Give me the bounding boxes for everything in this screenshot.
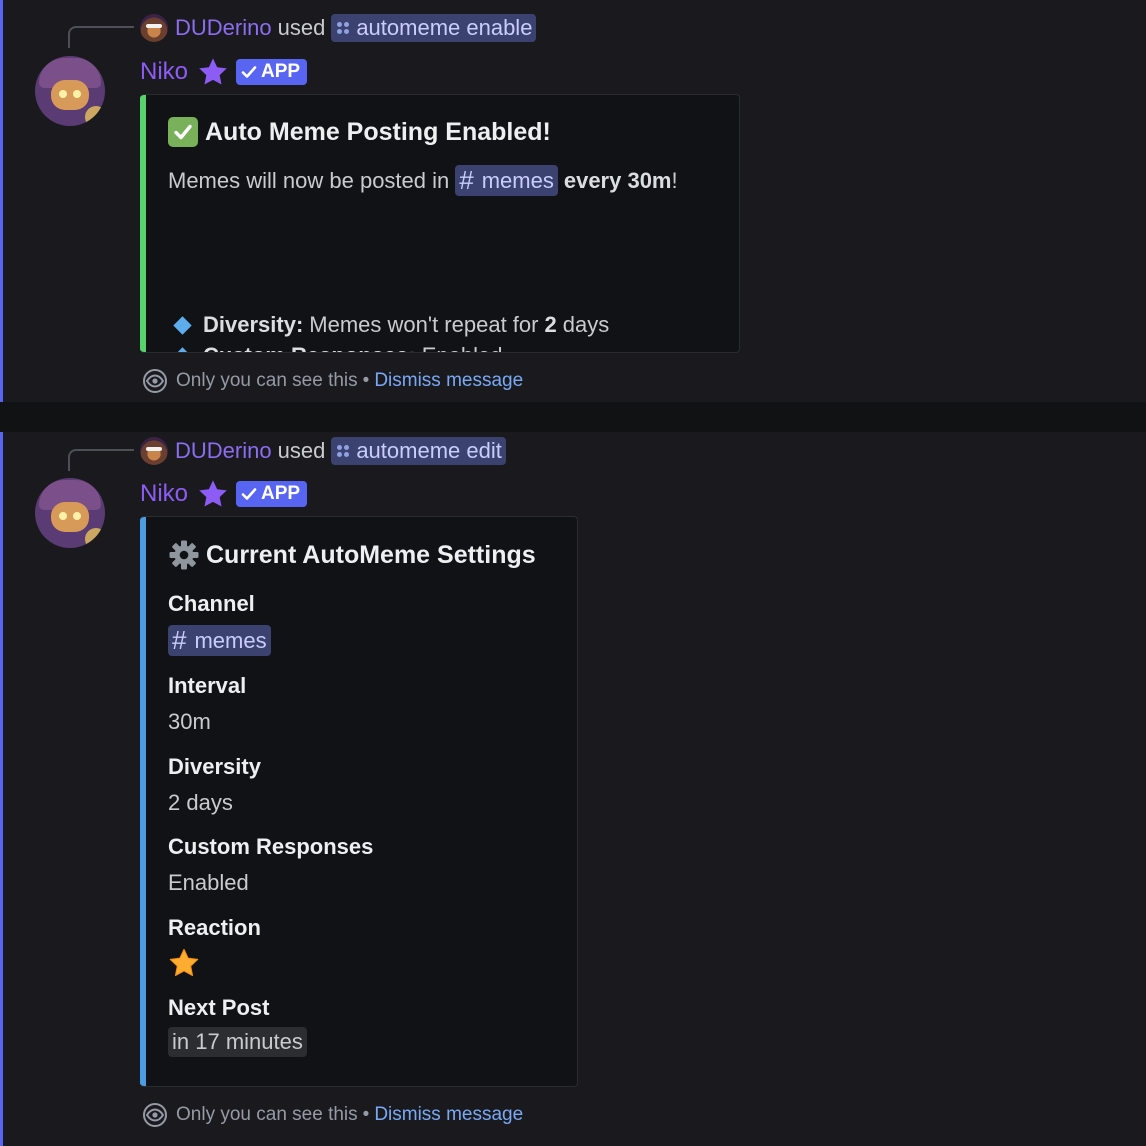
star-icon [169,948,199,977]
message-automeme-edit: DUDerino used automeme edit Niko APP Cur… [0,432,1146,1146]
slash-command-name: automeme enable [356,15,533,40]
channel-hash-icon: # [172,625,187,655]
field-channel: Channel # memes [168,591,271,656]
slash-command-mention[interactable]: automeme enable [331,14,537,42]
field-interval: Interval 30m [168,673,246,735]
blue-diamond-icon [173,346,192,352]
field-name: Channel [168,591,255,616]
author-name[interactable]: Niko [140,480,188,508]
bullet-label: Diversity: [203,312,304,337]
field-name: Reaction [168,915,261,940]
app-command-icon [337,445,350,457]
channel-name: memes [481,167,554,193]
slash-command-mention[interactable]: automeme edit [331,437,506,465]
replied-username[interactable]: DUDerino [175,15,272,41]
verified-check-icon [241,488,257,500]
separator-dot: • [362,1104,370,1125]
embed-accent-bar [140,95,146,352]
field-name: Custom Responses [168,834,374,859]
eye-icon [143,369,167,393]
field-reaction: Reaction [168,915,261,984]
message-highlight-bar [0,0,3,402]
check-mark-button-icon [168,117,198,147]
embed-settings: Current AutoMeme Settings Channel # meme… [140,516,578,1087]
ephemeral-notice: Only you can see this • Dismiss message [142,1102,523,1128]
author-line: Niko APP [140,56,308,88]
message-separator [0,402,1146,432]
field-value: 2 days [168,790,233,815]
separator-dot: • [362,370,370,391]
channel-mention[interactable]: # memes [455,165,558,196]
bullet-text: Enabled [422,343,503,352]
channel-hash-icon: # [459,165,474,195]
app-tag-label: APP [261,61,301,82]
bullet-custom-responses: Custom Responses: Enabled [168,340,503,352]
bullet-diversity: Diversity: Memes won't repeat for 2 days [168,309,609,341]
channel-mention[interactable]: # memes [168,625,271,656]
slash-command-name: automeme edit [356,438,502,463]
replied-username[interactable]: DUDerino [175,438,272,464]
ephemeral-text: Only you can see this [176,1104,358,1125]
embed-title-text: Current AutoMeme Settings [206,540,536,569]
field-name: Next Post [168,995,270,1020]
ephemeral-text: Only you can see this [176,370,358,391]
bullet-label: Custom Responses: [203,343,416,352]
app-tag-label: APP [261,483,301,504]
embed-title: Auto Meme Posting Enabled! [168,117,551,147]
app-command-icon [337,22,350,34]
author-name[interactable]: Niko [140,58,188,86]
replied-user-avatar[interactable] [140,437,168,465]
gear-icon [169,540,199,570]
timestamp-chip[interactable]: in 17 minutes [168,1027,307,1057]
reply-used-text: used [277,15,326,40]
desc-prefix: Memes will now be posted in [168,167,450,193]
bullet-text: Memes won't repeat for [309,312,539,337]
field-diversity: Diversity 2 days [168,754,261,816]
embed-title-text: Auto Meme Posting Enabled! [205,117,551,146]
embed-title: Current AutoMeme Settings [168,539,536,571]
field-name: Diversity [168,754,261,779]
eye-icon [143,1103,167,1127]
bullet-value: 2 [544,312,557,337]
star-icon [199,480,227,507]
blue-diamond-icon [173,315,192,335]
app-tag: APP [236,481,308,507]
embed-enabled: Auto Meme Posting Enabled! Memes will no… [140,94,740,353]
bot-avatar[interactable] [35,56,105,126]
reply-used-text: used [277,438,326,463]
embed-accent-bar [140,517,146,1086]
star-icon [199,58,227,85]
bullet-text-after: days [562,312,610,337]
author-line: Niko APP [140,478,308,510]
desc-suffix: ! [671,167,678,193]
bot-avatar[interactable] [35,478,105,548]
message-automeme-enable: DUDerino used automeme enable Niko APP A… [0,0,1146,402]
dismiss-message-link[interactable]: Dismiss message [374,1104,523,1126]
message-highlight-bar [0,432,3,1146]
dismiss-message-link[interactable]: Dismiss message [374,370,523,392]
field-custom-responses: Custom Responses Enabled [168,834,373,896]
embed-description: Memes will now be posted in # memes ever… [168,165,678,196]
field-value: 30m [168,709,211,734]
field-next-post: Next Post in 17 minutes [168,995,307,1057]
ephemeral-notice: Only you can see this • Dismiss message [142,368,523,394]
replied-user-avatar[interactable] [140,14,168,42]
channel-name: memes [194,627,267,653]
reply-spine [68,26,134,48]
reply-spine [68,449,134,471]
verified-check-icon [241,66,257,78]
field-name: Interval [168,673,247,698]
desc-interval: every 30m [563,167,672,193]
field-value: Enabled [168,870,249,895]
app-tag: APP [236,59,308,85]
